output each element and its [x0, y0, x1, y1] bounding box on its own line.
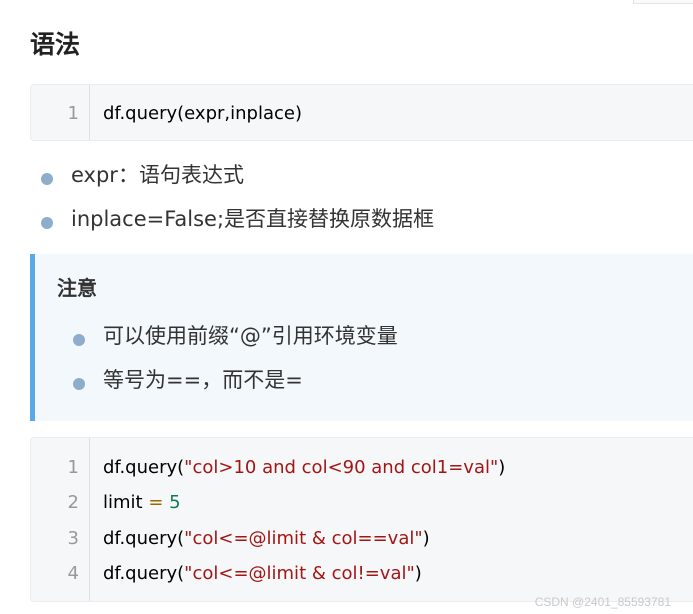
bullet-icon: [41, 217, 53, 229]
bullet-icon: [73, 378, 85, 390]
list-item-text: inplace=False;是否直接替换原数据框: [71, 207, 435, 231]
bullet-icon: [73, 334, 85, 346]
line-number: 1: [67, 457, 79, 478]
code-line: 1 df.query("col>10 and col<90 and col1=v…: [31, 455, 693, 481]
code-number: 5: [163, 492, 181, 513]
code-text: df.query("col<=@limit & col!=val"): [103, 561, 422, 587]
code-paren: ): [422, 528, 430, 549]
code-function: df.query: [103, 563, 178, 584]
code-line: 3 df.query("col<=@limit & col==val"): [31, 526, 693, 552]
code-string: "col<=@limit & col==val": [184, 528, 423, 549]
example-code-block[interactable]: 1 df.query("col>10 and col<90 and col1=v…: [30, 437, 693, 602]
code-function: df.query: [103, 528, 178, 549]
list-item-text: 可以使用前缀“@”引用环境变量: [103, 324, 398, 348]
code-text: limit = 5: [103, 490, 181, 516]
code-text: df.query(expr,inplace): [103, 101, 302, 127]
note-title: 注意: [57, 276, 97, 300]
line-number: 3: [67, 528, 79, 549]
code-variable: limit: [103, 492, 149, 513]
list-item-text: expr：语句表达式: [71, 163, 244, 187]
top-edge-decoration: [633, 0, 693, 4]
bullet-icon: [41, 173, 53, 185]
code-text: df.query("col>10 and col<90 and col1=val…: [103, 455, 505, 481]
watermark: CSDN @2401_85593781: [534, 595, 671, 609]
code-string: "col<=@limit & col!=val": [184, 563, 415, 584]
code-string: "col>10 and col<90 and col1=val": [184, 457, 499, 478]
code-function: df.query: [103, 457, 178, 478]
code-text: df.query("col<=@limit & col==val"): [103, 526, 430, 552]
code-paren: ): [498, 457, 506, 478]
line-number: 1: [67, 103, 79, 124]
code-line: 1 df.query(expr,inplace): [31, 101, 693, 127]
note-callout: 注意 可以使用前缀“@”引用环境变量 等号为==，而不是=: [30, 254, 693, 421]
line-number: 4: [67, 563, 79, 584]
code-line: 4 df.query("col<=@limit & col!=val"): [31, 561, 693, 587]
list-item-text: 等号为==，而不是=: [103, 368, 303, 392]
section-title: 语法: [30, 30, 81, 59]
code-operator: =: [148, 492, 164, 513]
code-line: 2 limit = 5: [31, 490, 693, 516]
code-function: df.query: [103, 103, 178, 124]
code-args: (expr,inplace): [177, 103, 302, 124]
code-paren: ): [414, 563, 422, 584]
line-number: 2: [67, 492, 79, 513]
syntax-code-block[interactable]: 1 df.query(expr,inplace): [30, 84, 693, 141]
